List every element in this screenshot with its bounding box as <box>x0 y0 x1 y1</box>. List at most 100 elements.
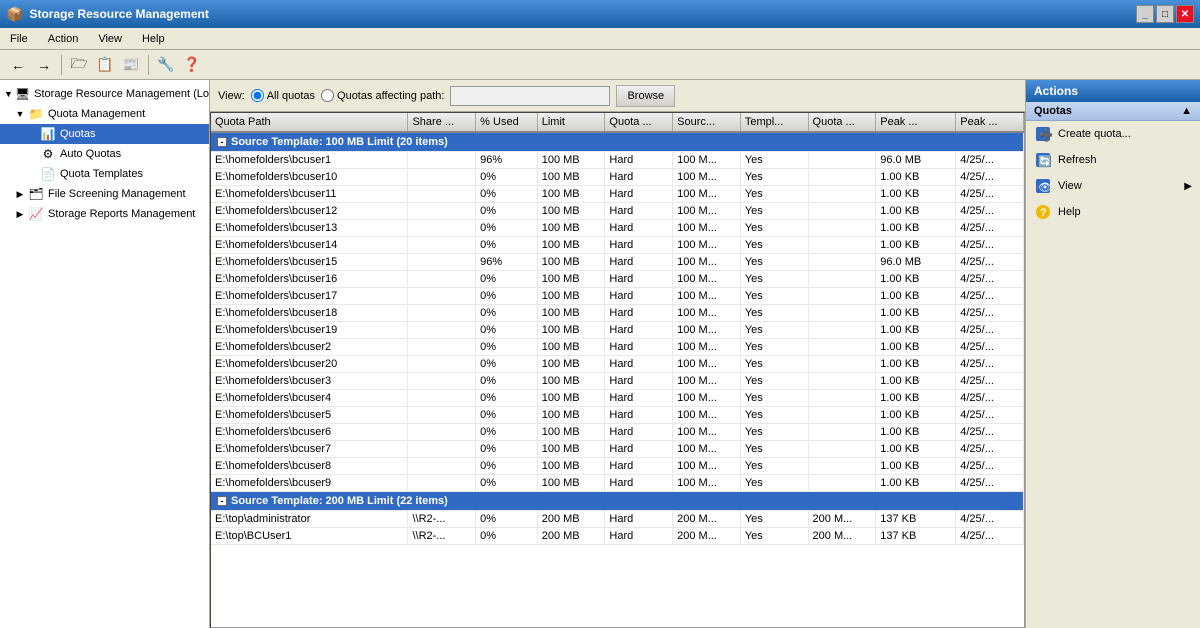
action-help[interactable]: ? Help <box>1026 199 1200 225</box>
menu-view[interactable]: View <box>92 31 128 47</box>
actions-section-quotas[interactable]: Quotas ▲ <box>1026 102 1200 121</box>
action-view[interactable]: 👁 View ▶ <box>1026 173 1200 199</box>
table-cell: 100 MB <box>537 356 605 373</box>
toolbar-help-btn[interactable]: ❓ <box>180 53 204 77</box>
radio-quotas-path-input[interactable] <box>321 89 334 102</box>
tree-item-root[interactable]: ▼ 🖥 Storage Resource Management (Lo <box>0 84 209 104</box>
action-create-quota[interactable]: ➕ Create quota... <box>1026 121 1200 147</box>
table-cell: 100 MB <box>537 441 605 458</box>
col-pct-used[interactable]: % Used <box>476 113 538 132</box>
table-cell: 1.00 KB <box>876 220 956 237</box>
browse-button[interactable]: Browse <box>616 85 675 107</box>
restore-button[interactable]: □ <box>1156 5 1174 23</box>
table-cell: 1.00 KB <box>876 373 956 390</box>
table-cell: E:\homefolders\bcuser13 <box>211 220 408 237</box>
table-cell: 100 MB <box>537 288 605 305</box>
radio-all-quotas[interactable]: All quotas <box>251 89 315 102</box>
minimize-button[interactable]: _ <box>1136 5 1154 23</box>
col-source[interactable]: Sourc... <box>673 113 741 132</box>
table-cell <box>408 169 476 186</box>
table-cell: E:\homefolders\bcuser14 <box>211 237 408 254</box>
radio-quotas-path[interactable]: Quotas affecting path: <box>321 89 444 102</box>
table-row[interactable]: E:\homefolders\bcuser180%100 MBHard100 M… <box>211 305 1024 322</box>
table-row[interactable]: E:\homefolders\bcuser60%100 MBHard100 M.… <box>211 424 1024 441</box>
table-cell <box>408 475 476 492</box>
table-row[interactable]: E:\homefolders\bcuser190%100 MBHard100 M… <box>211 322 1024 339</box>
tree-item-file-screening[interactable]: ▶ 🗂 File Screening Management <box>0 184 209 204</box>
col-limit[interactable]: Limit <box>537 113 605 132</box>
table-cell: 100 M... <box>673 237 741 254</box>
table-cell: 100 MB <box>537 458 605 475</box>
table-cell: Yes <box>740 220 808 237</box>
table-row[interactable]: E:\homefolders\bcuser50%100 MBHard100 M.… <box>211 407 1024 424</box>
table-cell: 0% <box>476 441 538 458</box>
menu-help[interactable]: Help <box>136 31 171 47</box>
quota-table-container[interactable]: Quota Path Share ... % Used Limit Quota … <box>210 112 1025 628</box>
col-share[interactable]: Share ... <box>408 113 476 132</box>
main-layout: ▼ 🖥 Storage Resource Management (Lo ▼ 📁 … <box>0 80 1200 628</box>
table-row[interactable]: E:\homefolders\bcuser90%100 MBHard100 M.… <box>211 475 1024 492</box>
col-peak[interactable]: Peak ... <box>876 113 956 132</box>
table-row[interactable]: E:\homefolders\bcuser30%100 MBHard100 M.… <box>211 373 1024 390</box>
table-cell: 100 M... <box>673 220 741 237</box>
table-row[interactable]: E:\homefolders\bcuser140%100 MBHard100 M… <box>211 237 1024 254</box>
table-cell: 4/25/... <box>956 169 1024 186</box>
col-quota2[interactable]: Quota ... <box>808 113 876 132</box>
toolbar-folder-btn[interactable]: 🗁 <box>67 53 91 77</box>
table-cell <box>808 322 876 339</box>
table-row[interactable]: E:\homefolders\bcuser80%100 MBHard100 M.… <box>211 458 1024 475</box>
forward-button[interactable]: → <box>32 53 56 77</box>
close-button[interactable]: ✕ <box>1176 5 1194 23</box>
table-row[interactable]: E:\top\BCUser1\\R2-...0%200 MBHard200 M.… <box>211 528 1024 545</box>
tree-item-quotas[interactable]: 📊 Quotas <box>0 124 209 144</box>
table-cell: Hard <box>605 271 673 288</box>
table-row[interactable]: E:\homefolders\bcuser200%100 MBHard100 M… <box>211 356 1024 373</box>
table-row[interactable]: E:\homefolders\bcuser20%100 MBHard100 M.… <box>211 339 1024 356</box>
table-cell: 0% <box>476 356 538 373</box>
create-quota-icon: ➕ <box>1034 125 1052 143</box>
table-row[interactable]: E:\homefolders\bcuser120%100 MBHard100 M… <box>211 203 1024 220</box>
tree-item-auto-quotas[interactable]: ⚙ Auto Quotas <box>0 144 209 164</box>
table-row[interactable]: E:\top\administrator\\R2-...0%200 MBHard… <box>211 511 1024 528</box>
table-cell: 0% <box>476 322 538 339</box>
tree-item-quota-templates[interactable]: 📄 Quota Templates <box>0 164 209 184</box>
col-quota-type[interactable]: Quota ... <box>605 113 673 132</box>
table-cell: 100 MB <box>537 424 605 441</box>
table-cell: 100 MB <box>537 186 605 203</box>
table-row[interactable]: E:\homefolders\bcuser196%100 MBHard100 M… <box>211 152 1024 169</box>
table-cell: 0% <box>476 390 538 407</box>
back-button[interactable]: ← <box>6 53 30 77</box>
col-template[interactable]: Templ... <box>740 113 808 132</box>
tree-item-storage-reports[interactable]: ▶ 📈 Storage Reports Management <box>0 204 209 224</box>
table-row[interactable]: E:\homefolders\bcuser170%100 MBHard100 M… <box>211 288 1024 305</box>
table-cell: Hard <box>605 390 673 407</box>
table-row[interactable]: E:\homefolders\bcuser100%100 MBHard100 M… <box>211 169 1024 186</box>
file-screening-icon: 🗂 <box>28 186 44 202</box>
quota-table: Quota Path Share ... % Used Limit Quota … <box>211 113 1024 545</box>
table-row[interactable]: E:\homefolders\bcuser160%100 MBHard100 M… <box>211 271 1024 288</box>
table-cell: 0% <box>476 339 538 356</box>
table-row[interactable]: E:\homefolders\bcuser40%100 MBHard100 M.… <box>211 390 1024 407</box>
table-row[interactable]: E:\homefolders\bcuser110%100 MBHard100 M… <box>211 186 1024 203</box>
menu-file[interactable]: File <box>4 31 34 47</box>
table-cell: E:\homefolders\bcuser15 <box>211 254 408 271</box>
col-peak2[interactable]: Peak ... <box>956 113 1024 132</box>
table-cell: E:\homefolders\bcuser4 <box>211 390 408 407</box>
radio-all-quotas-input[interactable] <box>251 89 264 102</box>
table-row[interactable]: E:\homefolders\bcuser1596%100 MBHard100 … <box>211 254 1024 271</box>
menu-action[interactable]: Action <box>42 31 85 47</box>
table-cell: Yes <box>740 373 808 390</box>
toolbar-copy-btn[interactable]: 📋 <box>93 53 117 77</box>
tree-item-quota-mgmt[interactable]: ▼ 📁 Quota Management <box>0 104 209 124</box>
toolbar-report-btn[interactable]: 📰 <box>119 53 143 77</box>
action-refresh[interactable]: 🔄 Refresh <box>1026 147 1200 173</box>
table-row[interactable]: E:\homefolders\bcuser70%100 MBHard100 M.… <box>211 441 1024 458</box>
quota-templates-icon: 📄 <box>40 166 56 182</box>
path-input[interactable] <box>450 86 610 106</box>
table-row[interactable]: E:\homefolders\bcuser130%100 MBHard100 M… <box>211 220 1024 237</box>
table-cell: E:\homefolders\bcuser2 <box>211 339 408 356</box>
table-cell <box>408 288 476 305</box>
col-quota-path[interactable]: Quota Path <box>211 113 408 132</box>
toolbar-settings-btn[interactable]: 🔧 <box>154 53 178 77</box>
table-cell: 100 M... <box>673 424 741 441</box>
